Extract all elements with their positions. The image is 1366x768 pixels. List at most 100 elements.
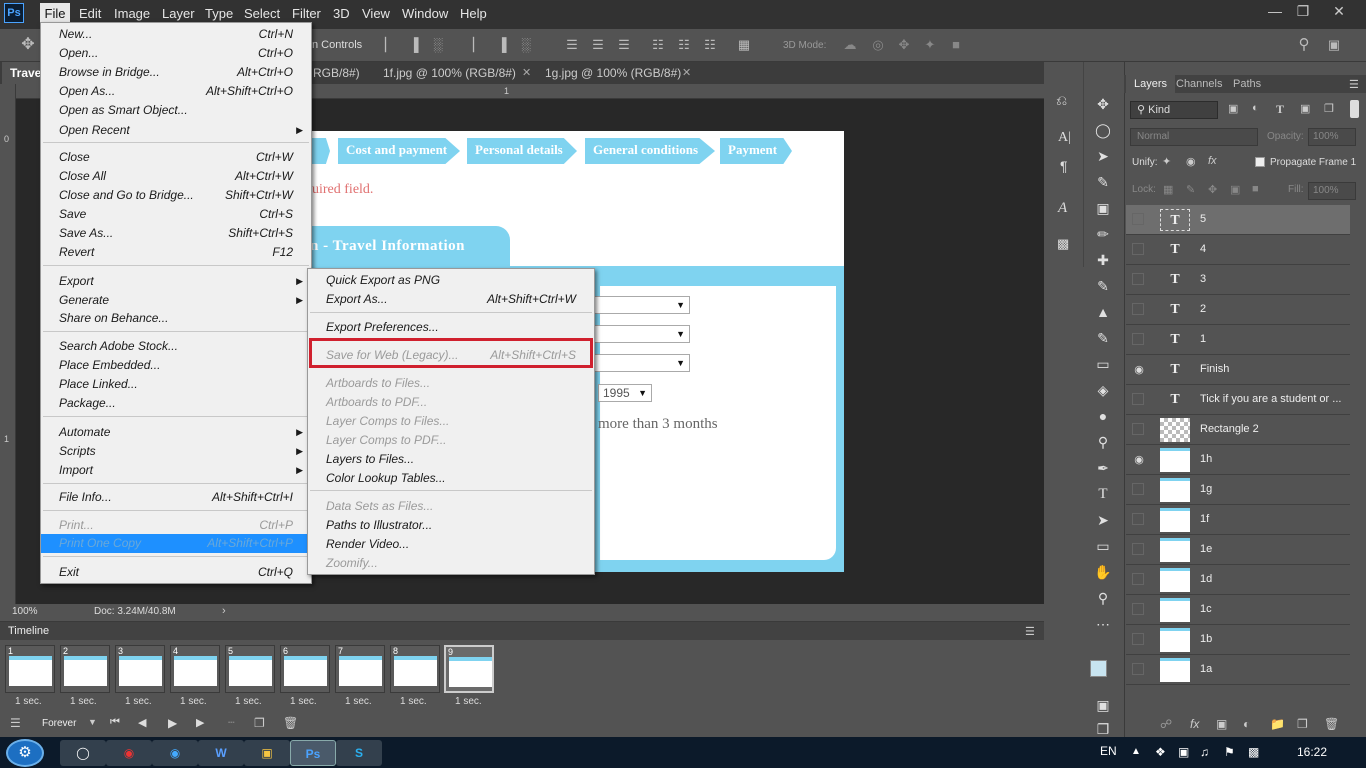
paint-bucket-tool-icon[interactable]: ◈	[1094, 381, 1112, 399]
glyphs-icon[interactable]: A	[1058, 200, 1067, 217]
foreground-color-swatch[interactable]	[1090, 660, 1107, 677]
menu-item-paths-to-illustrator[interactable]: Paths to Illustrator...	[308, 516, 594, 535]
menu-help[interactable]: Help	[460, 6, 487, 21]
lock-position-icon[interactable]: ✥	[1208, 183, 1217, 196]
blend-mode-select[interactable]: Normal	[1130, 128, 1258, 146]
trash-icon[interactable]: 🗑	[1324, 717, 1339, 731]
quick-selection-tool-icon[interactable]: ✎	[1094, 173, 1112, 191]
layer-row[interactable]: ◉ 1h	[1126, 445, 1350, 475]
menu-item-color-lookup-tables[interactable]: Color Lookup Tables...	[308, 469, 594, 488]
menu-item-generate[interactable]: Generate ▶	[41, 291, 311, 310]
menu-item-export-preferences[interactable]: Export Preferences...	[308, 318, 594, 337]
menu-item-close-go-bridge[interactable]: Close and Go to Bridge... Shift+Ctrl+W	[41, 186, 311, 205]
menu-item-search-adobe-stock[interactable]: Search Adobe Stock...	[41, 337, 311, 356]
lock-artboard-icon[interactable]: ▣	[1230, 183, 1240, 196]
timeline-frame[interactable]: 4	[170, 645, 220, 693]
path-selection-tool-icon[interactable]: ➤	[1094, 511, 1112, 529]
chevron-down-icon[interactable]: ▼	[88, 717, 97, 727]
start-button[interactable]: ⚙	[6, 739, 44, 767]
visibility-toggle[interactable]	[1132, 663, 1144, 675]
eye-icon[interactable]: ◉	[1132, 453, 1146, 467]
lock-transparent-icon[interactable]: ▦	[1163, 183, 1173, 196]
menu-item-quick-export-png[interactable]: Quick Export as PNG	[308, 271, 594, 290]
layer-row[interactable]: 1b	[1126, 625, 1350, 655]
3d-drag-icon[interactable]: ✥	[896, 37, 912, 53]
filter-kind-select[interactable]: ⚲ Kind	[1130, 101, 1218, 119]
menu-item-layer-comps-pdf[interactable]: Layer Comps to PDF...	[308, 431, 594, 450]
distribute-bottom-icon[interactable]: ☰	[616, 37, 632, 53]
minimize-icon[interactable]: —	[1260, 3, 1290, 21]
frame-delay[interactable]: 1 sec.	[290, 696, 317, 707]
auto-align-icon[interactable]: ▦	[736, 37, 752, 53]
dodge-tool-icon[interactable]: ⚲	[1094, 433, 1112, 451]
align-left-icon[interactable]: ▏	[470, 37, 486, 53]
zoom-tool-icon[interactable]: ⚲	[1094, 589, 1112, 607]
show-hidden-icons[interactable]: ▲	[1131, 746, 1141, 757]
visibility-toggle[interactable]	[1132, 543, 1144, 555]
timeline-frame[interactable]: 1	[5, 645, 55, 693]
menu-item-zoomify[interactable]: Zoomify...	[308, 554, 594, 573]
menu-item-place-embedded[interactable]: Place Embedded...	[41, 356, 311, 375]
filter-toggle[interactable]	[1350, 100, 1359, 118]
lock-all-icon[interactable]: ■	[1252, 183, 1259, 195]
more-tools-icon[interactable]: ⋯	[1094, 615, 1112, 633]
prev-frame-icon[interactable]: ◀	[138, 716, 146, 729]
filter-shape-icon[interactable]: ▣	[1300, 102, 1310, 115]
menu-item-export-as[interactable]: Export As... Alt+Shift+Ctrl+W	[308, 290, 594, 309]
trash-icon[interactable]: 🗑	[283, 716, 298, 730]
menu-item-export[interactable]: Export ▶	[41, 272, 311, 291]
distribute-left-icon[interactable]: ☷	[650, 37, 666, 53]
healing-brush-tool-icon[interactable]: ✚	[1094, 251, 1112, 269]
next-frame-icon[interactable]: ▶	[196, 716, 204, 729]
chevron-right-icon[interactable]: ›	[222, 605, 226, 617]
quick-mask-icon[interactable]: ▣	[1094, 696, 1112, 714]
visibility-toggle[interactable]	[1132, 603, 1144, 615]
skype-icon[interactable]: S	[336, 740, 382, 766]
marquee-tool-icon[interactable]: ◯	[1094, 121, 1112, 139]
menu-item-save[interactable]: Save Ctrl+S	[41, 205, 311, 224]
menu-select[interactable]: Select	[244, 6, 280, 21]
align-right-icon[interactable]: ░	[518, 37, 534, 53]
3d-panel-icon[interactable]: ▩	[1057, 236, 1069, 252]
eyedropper-tool-icon[interactable]: ✏	[1094, 225, 1112, 243]
history-brush-tool-icon[interactable]: ✎	[1094, 329, 1112, 347]
history-icon[interactable]: ⎌	[1056, 92, 1067, 109]
first-frame-icon[interactable]: ⏮	[110, 716, 120, 729]
distribute-top-icon[interactable]: ☰	[564, 37, 580, 53]
distribute-right-icon[interactable]: ☷	[702, 37, 718, 53]
unify-style-icon[interactable]: fx	[1208, 155, 1217, 167]
type-tool-icon[interactable]: T	[1094, 485, 1112, 503]
layer-row[interactable]: T1	[1126, 325, 1350, 355]
menu-item-artboards-to-pdf[interactable]: Artboards to PDF...	[308, 393, 594, 412]
tab-rgb[interactable]: RGB/8#)	[305, 62, 368, 84]
panel-menu-icon[interactable]: ☰	[1349, 78, 1359, 91]
close-tab-icon[interactable]: ✕	[522, 66, 531, 79]
menu-edit[interactable]: Edit	[79, 6, 101, 21]
dropbox-icon[interactable]: ❖	[1155, 745, 1166, 759]
menu-item-file-info[interactable]: File Info... Alt+Shift+Ctrl+I	[41, 488, 311, 507]
visibility-toggle[interactable]	[1132, 393, 1144, 405]
align-hcenter-icon[interactable]: ▐	[494, 37, 510, 53]
convert-timeline-icon[interactable]: ☰	[10, 716, 21, 730]
zalo-icon[interactable]: ◉	[152, 740, 198, 766]
menu-item-print-one-copy[interactable]: Print One Copy Alt+Shift+Ctrl+P	[41, 534, 311, 553]
chrome-icon[interactable]: ◯	[60, 740, 106, 766]
timeline-frame[interactable]: 8	[390, 645, 440, 693]
menu-item-artboards-to-files[interactable]: Artboards to Files...	[308, 374, 594, 393]
visibility-toggle[interactable]	[1132, 633, 1144, 645]
new-layer-icon[interactable]: ❐	[1297, 717, 1308, 731]
menu-item-data-sets-as-files[interactable]: Data Sets as Files...	[308, 497, 594, 516]
tab-1f[interactable]: 1f.jpg @ 100% (RGB/8#)	[375, 62, 524, 84]
tab-1g[interactable]: 1g.jpg @ 100% (RGB/8#)	[537, 62, 689, 84]
photoshop-taskbar-icon[interactable]: Ps	[290, 740, 336, 766]
menu-item-layer-comps-files[interactable]: Layer Comps to Files...	[308, 412, 594, 431]
frame-delay[interactable]: 1 sec.	[15, 696, 42, 707]
menu-item-open-smart-object[interactable]: Open as Smart Object...	[41, 101, 311, 120]
close-icon[interactable]: ✕	[1324, 3, 1354, 21]
visibility-toggle[interactable]	[1132, 303, 1144, 315]
adjustment-layer-icon[interactable]: ◐	[1243, 717, 1250, 731]
layer-row[interactable]: Rectangle 2	[1126, 415, 1350, 445]
unify-visibility-icon[interactable]: ◉	[1186, 155, 1196, 168]
layer-row[interactable]: 1d	[1126, 565, 1350, 595]
layer-style-icon[interactable]: fx	[1190, 717, 1199, 731]
